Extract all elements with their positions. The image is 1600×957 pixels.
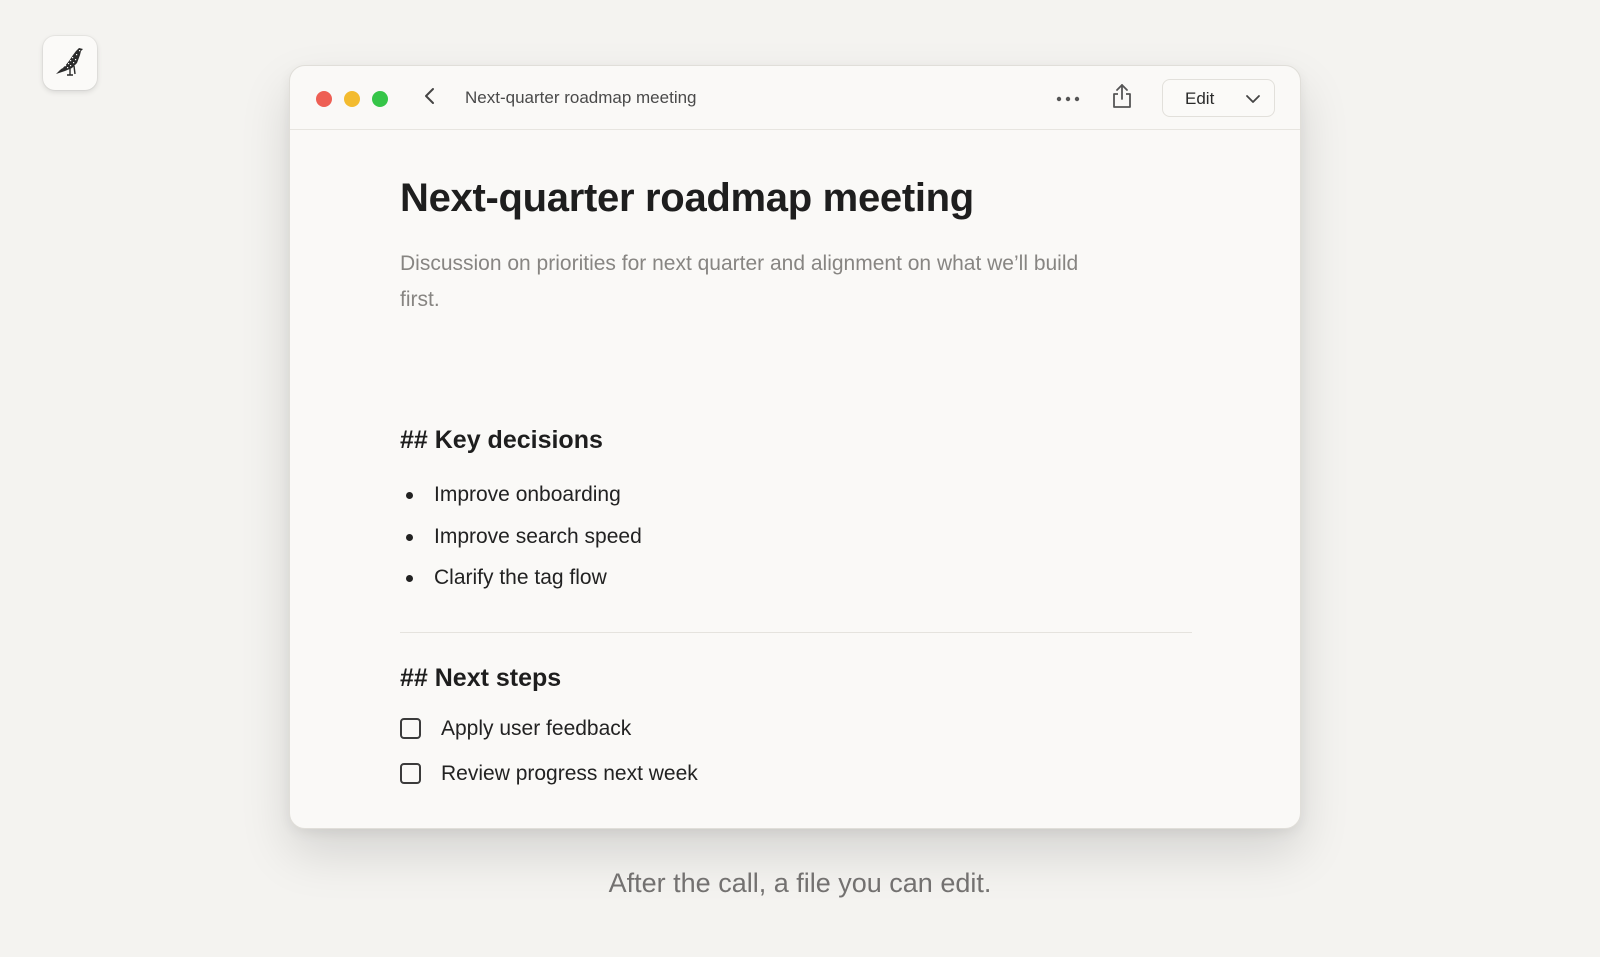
more-options-button[interactable] <box>1054 86 1082 110</box>
edit-button-label: Edit <box>1185 89 1215 108</box>
list-item-text: Improve onboarding <box>434 483 621 506</box>
task-label: Apply user feedback <box>441 717 632 740</box>
document-title[interactable]: Next-quarter roadmap meeting <box>400 176 974 221</box>
maximize-window-button[interactable] <box>372 91 388 107</box>
section-divider <box>400 632 1192 633</box>
bullet-icon <box>406 575 413 582</box>
section-heading-next-steps[interactable]: ## Next steps <box>400 664 561 693</box>
close-window-button[interactable] <box>316 91 332 107</box>
chevron-down-icon[interactable] <box>1245 92 1261 110</box>
share-button[interactable] <box>1108 83 1136 114</box>
ellipsis-icon <box>1056 89 1080 107</box>
list-item-text: Clarify the tag flow <box>434 566 607 589</box>
chevron-left-icon <box>423 87 437 110</box>
task-checkbox[interactable] <box>400 763 421 784</box>
bird-icon <box>50 41 90 86</box>
task-label: Review progress next week <box>441 762 698 785</box>
minimize-window-button[interactable] <box>344 91 360 107</box>
document-subtitle[interactable]: Discussion on priorities for next quarte… <box>400 246 1100 318</box>
app-logo[interactable] <box>43 36 97 90</box>
window-title: Next-quarter roadmap meeting <box>465 88 697 107</box>
title-bar: Next-quarter roadmap meeting Edit <box>290 66 1300 130</box>
caption: After the call, a file you can edit. <box>608 868 992 898</box>
bullet-icon <box>406 492 413 499</box>
task-checkbox[interactable] <box>400 718 421 739</box>
section-heading-key-decisions[interactable]: ## Key decisions <box>400 426 603 455</box>
note-window: Next-quarter roadmap meeting Edit Next-q… <box>289 65 1301 829</box>
share-icon <box>1111 83 1133 114</box>
back-button[interactable] <box>418 86 442 110</box>
bullet-icon <box>406 534 413 541</box>
list-item-text: Improve search speed <box>434 525 642 548</box>
edit-button[interactable]: Edit <box>1162 79 1275 117</box>
